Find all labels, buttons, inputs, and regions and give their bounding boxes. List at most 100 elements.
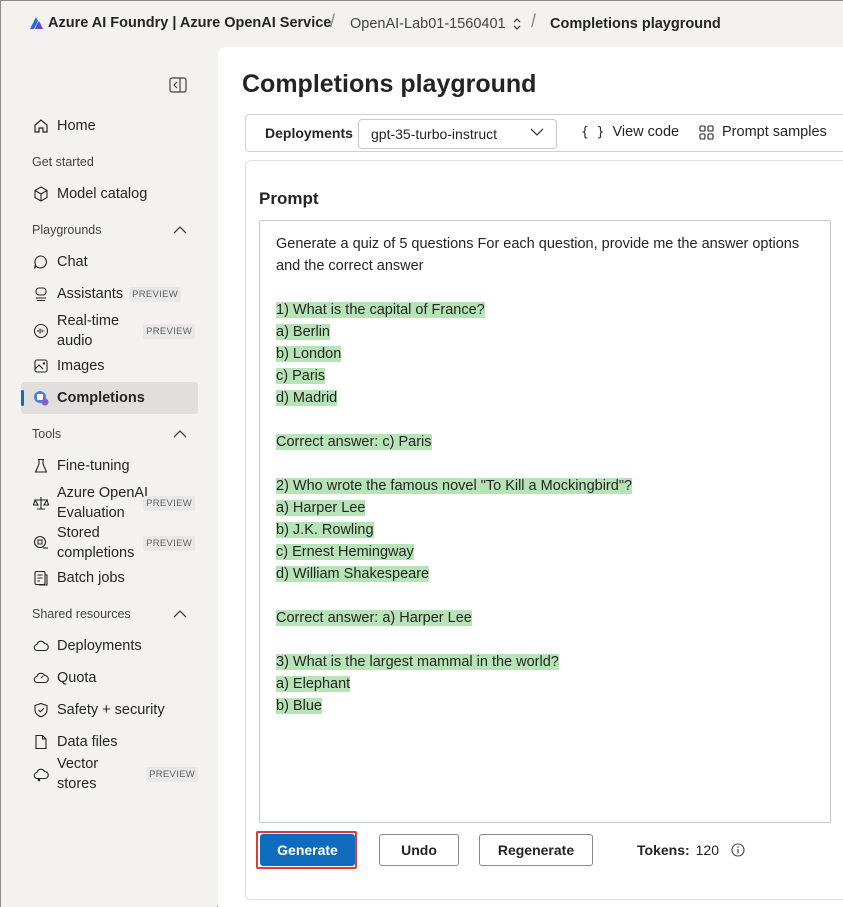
label-line: Evaluation <box>57 505 125 521</box>
audio-icon <box>31 321 51 341</box>
sidebar-item-vector-stores[interactable]: Vector stores PREVIEW <box>21 756 198 792</box>
sidebar-item-label: Fine-tuning <box>57 458 130 474</box>
preview-badge: PREVIEW <box>143 535 195 551</box>
sidebar-item-home[interactable]: Home <box>21 115 198 137</box>
sidebar-item-label: Images <box>57 358 105 374</box>
breadcrumb-separator: / <box>531 11 537 31</box>
sidebar-item-label: Model catalog <box>57 186 148 202</box>
chevron-up-icon <box>173 430 187 438</box>
sidebar-item-label: Deployments <box>57 638 142 654</box>
azure-ai-logo-icon <box>30 17 43 29</box>
section-label: Shared resources <box>32 607 131 621</box>
sidebar-item-label: Chat <box>57 254 88 270</box>
sidebar-item-stored-completions[interactable]: Stored completions PREVIEW <box>21 523 198 563</box>
page-title: Completions playground <box>242 70 537 98</box>
sidebar-item-label: Vector stores <box>57 756 99 792</box>
cloud-icon <box>31 636 51 656</box>
chat-icon <box>31 252 51 272</box>
file-icon <box>31 732 51 752</box>
section-label: Tools <box>32 427 62 441</box>
label-line: completions <box>57 545 135 561</box>
breadcrumb-current: Completions playground <box>550 16 721 32</box>
section-get-started: Get started <box>32 155 187 169</box>
sidebar-item-model-catalog[interactable]: Model catalog <box>21 183 198 205</box>
label-line: Real-time <box>57 313 120 329</box>
preview-badge: PREVIEW <box>146 766 198 782</box>
section-tools[interactable]: Tools <box>32 427 187 441</box>
cube-icon <box>31 184 51 204</box>
scale-icon <box>31 493 51 513</box>
completion-line: 2) Who wrote the famous novel "To Kill a… <box>276 478 633 494</box>
completion-line: d) Madrid <box>276 390 338 406</box>
deployment-value: gpt-35-turbo-instruct <box>371 126 498 142</box>
assistant-icon <box>31 284 51 304</box>
label-line: Stored <box>57 525 100 541</box>
project-selector[interactable]: OpenAI-Lab01-1560401 <box>350 16 522 32</box>
completion-line: a) Berlin <box>276 324 330 340</box>
shield-icon <box>31 700 51 720</box>
section-label: Get started <box>32 155 94 169</box>
completion-line <box>276 409 814 431</box>
sidebar-item-label: Assistants <box>57 286 124 302</box>
sidebar-item-label: Quota <box>57 670 97 686</box>
tokens-label: Tokens: <box>637 842 690 858</box>
brand-link[interactable]: Azure AI Foundry | Azure OpenAI Service <box>48 15 331 31</box>
sidebar-item-assistants[interactable]: Assistants PREVIEW <box>21 283 198 305</box>
view-code-label: View code <box>612 124 680 140</box>
deployment-select[interactable]: gpt-35-turbo-instruct <box>358 119 557 149</box>
batch-icon <box>31 568 51 588</box>
sidebar-item-real-time-audio[interactable]: Real-time audio PREVIEW <box>21 311 198 351</box>
completion-line: d) William Shakespeare <box>276 566 430 582</box>
sidebar-item-quota[interactable]: Quota <box>21 667 198 689</box>
image-icon <box>31 356 51 376</box>
generate-button[interactable]: Generate <box>260 834 355 866</box>
sidebar-item-label: Data files <box>57 734 118 750</box>
completion-line <box>276 277 814 299</box>
section-playgrounds[interactable]: Playgrounds <box>32 223 187 237</box>
completion-line: Correct answer: a) Harper Lee <box>276 610 472 626</box>
sidebar-item-batch-jobs[interactable]: Batch jobs <box>21 567 198 589</box>
sidebar-item-label: Safety + security <box>57 702 165 718</box>
completion-line: b) J.K. Rowling <box>276 522 374 538</box>
completion-line: a) Elephant <box>276 676 351 692</box>
grid-icon <box>699 124 714 140</box>
info-icon[interactable] <box>731 843 745 857</box>
chevron-up-down-icon <box>513 18 521 30</box>
regenerate-button[interactable]: Regenerate <box>479 834 593 866</box>
section-shared-resources[interactable]: Shared resources <box>32 607 187 621</box>
undo-button[interactable]: Undo <box>379 834 459 866</box>
sidebar-item-label: Batch jobs <box>57 570 125 586</box>
sidebar-item-completions[interactable]: Completions <box>21 382 198 414</box>
completion-line: b) Blue <box>276 698 322 714</box>
prompt-textarea[interactable]: Generate a quiz of 5 questions For each … <box>259 220 831 823</box>
project-name: OpenAI-Lab01-1560401 <box>350 16 506 32</box>
completion-line <box>276 585 814 607</box>
sidebar-item-label: Home <box>57 118 96 134</box>
sidebar-item-label: Azure OpenAI Evaluation <box>57 483 148 523</box>
completion-line: c) Paris <box>276 368 326 384</box>
sidebar-item-label: Completions <box>57 390 145 406</box>
sidebar-item-fine-tuning[interactable]: Fine-tuning <box>21 455 198 477</box>
sidebar-item-azure-openai-evaluation[interactable]: Azure OpenAI Evaluation PREVIEW <box>21 483 198 523</box>
view-code-button[interactable]: { } View code <box>581 124 679 140</box>
collapse-sidebar-icon[interactable] <box>169 77 187 93</box>
prompt-samples-button[interactable]: Prompt samples <box>699 124 827 140</box>
section-label: Playgrounds <box>32 223 102 237</box>
generated-completion: 1) What is the capital of France? a) Berl… <box>276 277 814 717</box>
completions-icon <box>31 388 51 408</box>
prompt-card: Prompt Generate a quiz of 5 questions Fo… <box>245 160 843 900</box>
breadcrumb-separator: / <box>330 11 336 31</box>
sidebar-item-images[interactable]: Images <box>21 355 198 377</box>
completion-line: Correct answer: c) Paris <box>276 434 432 450</box>
preview-badge: PREVIEW <box>143 495 195 511</box>
completion-line: 3) What is the largest mammal in the wor… <box>276 654 559 670</box>
sidebar-item-safety-security[interactable]: Safety + security <box>21 699 198 721</box>
completion-line: 1) What is the capital of France? <box>276 302 485 318</box>
label-line: Azure OpenAI <box>57 485 149 501</box>
token-count: Tokens: 120 <box>637 842 745 858</box>
prompt-samples-label: Prompt samples <box>722 124 827 140</box>
sidebar-item-data-files[interactable]: Data files <box>21 731 198 753</box>
sidebar-item-chat[interactable]: Chat <box>21 251 198 273</box>
sidebar-item-deployments[interactable]: Deployments <box>21 635 198 657</box>
main-panel: Completions playground Deployments gpt-3… <box>218 47 843 907</box>
